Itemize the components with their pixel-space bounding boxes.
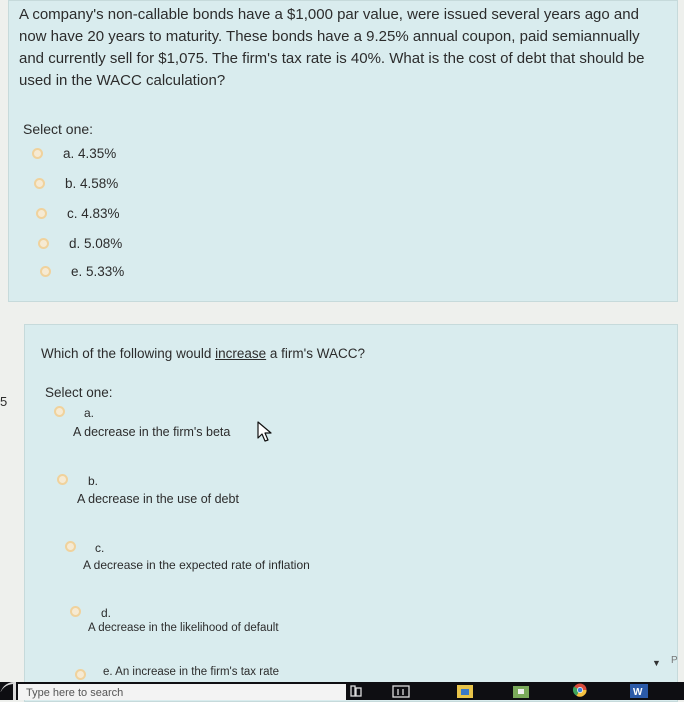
taskbar: Type here to search W <box>0 682 684 700</box>
edge-text: P <box>671 655 678 666</box>
store-bag-icon[interactable] <box>512 684 530 698</box>
radio-option-b[interactable] <box>57 474 68 485</box>
windows-start-icon[interactable] <box>0 682 16 700</box>
question-text: Which of the following would increase a … <box>41 343 365 365</box>
option-d-label[interactable]: d. 5.08% <box>69 236 122 251</box>
question-text-after: a firm's WACC? <box>266 346 365 361</box>
radio-option-d[interactable] <box>70 606 81 617</box>
question-text-emphasis: increase <box>215 346 267 361</box>
option-e-label[interactable]: e. 5.33% <box>71 264 124 279</box>
option-c-label[interactable]: A decrease in the expected rate of infla… <box>83 558 310 572</box>
select-one-label: Select one: <box>45 385 113 400</box>
file-explorer-icon[interactable] <box>392 684 410 698</box>
question-text: A company's non-callable bonds have a $1… <box>19 6 645 89</box>
option-d-label[interactable]: A decrease in the likelihood of default <box>88 622 279 634</box>
question-text-before: Which of the following would <box>41 346 216 361</box>
radio-option-e[interactable] <box>75 669 86 680</box>
option-c-letter: c. <box>95 541 105 555</box>
radio-option-d[interactable] <box>38 238 49 249</box>
option-a-label[interactable]: a. 4.35% <box>63 146 116 161</box>
taskbar-search-input[interactable]: Type here to search <box>18 684 346 700</box>
radio-option-b[interactable] <box>34 178 45 189</box>
question-card-1: A company's non-callable bonds have a $1… <box>8 0 678 302</box>
option-a-letter: a. <box>84 406 95 420</box>
radio-option-a[interactable] <box>32 148 43 159</box>
option-b-label[interactable]: b. 4.58% <box>65 176 118 191</box>
radio-option-c[interactable] <box>65 541 76 552</box>
option-a-label[interactable]: A decrease in the firm's beta <box>73 425 230 439</box>
radio-option-c[interactable] <box>36 208 47 219</box>
word-icon[interactable]: W <box>630 684 648 698</box>
question-number: 5 <box>0 394 8 409</box>
chevron-down-icon[interactable]: ▼ <box>652 658 661 668</box>
chrome-icon[interactable] <box>572 683 588 697</box>
task-view-icon[interactable] <box>349 684 363 698</box>
svg-text:W: W <box>633 687 643 698</box>
option-e-label[interactable]: e. An increase in the firm's tax rate <box>103 666 279 678</box>
question-card-2: Which of the following would increase a … <box>24 324 678 702</box>
option-d-letter: d. <box>101 606 112 620</box>
select-one-label: Select one: <box>23 121 94 137</box>
store-icon[interactable] <box>456 684 474 698</box>
option-c-label[interactable]: c. 4.83% <box>67 206 120 221</box>
cursor-arrow-icon <box>257 421 272 442</box>
option-b-label[interactable]: A decrease in the use of debt <box>77 492 239 506</box>
radio-option-a[interactable] <box>54 406 65 417</box>
radio-option-e[interactable] <box>40 266 51 277</box>
option-b-letter: b. <box>88 474 99 488</box>
